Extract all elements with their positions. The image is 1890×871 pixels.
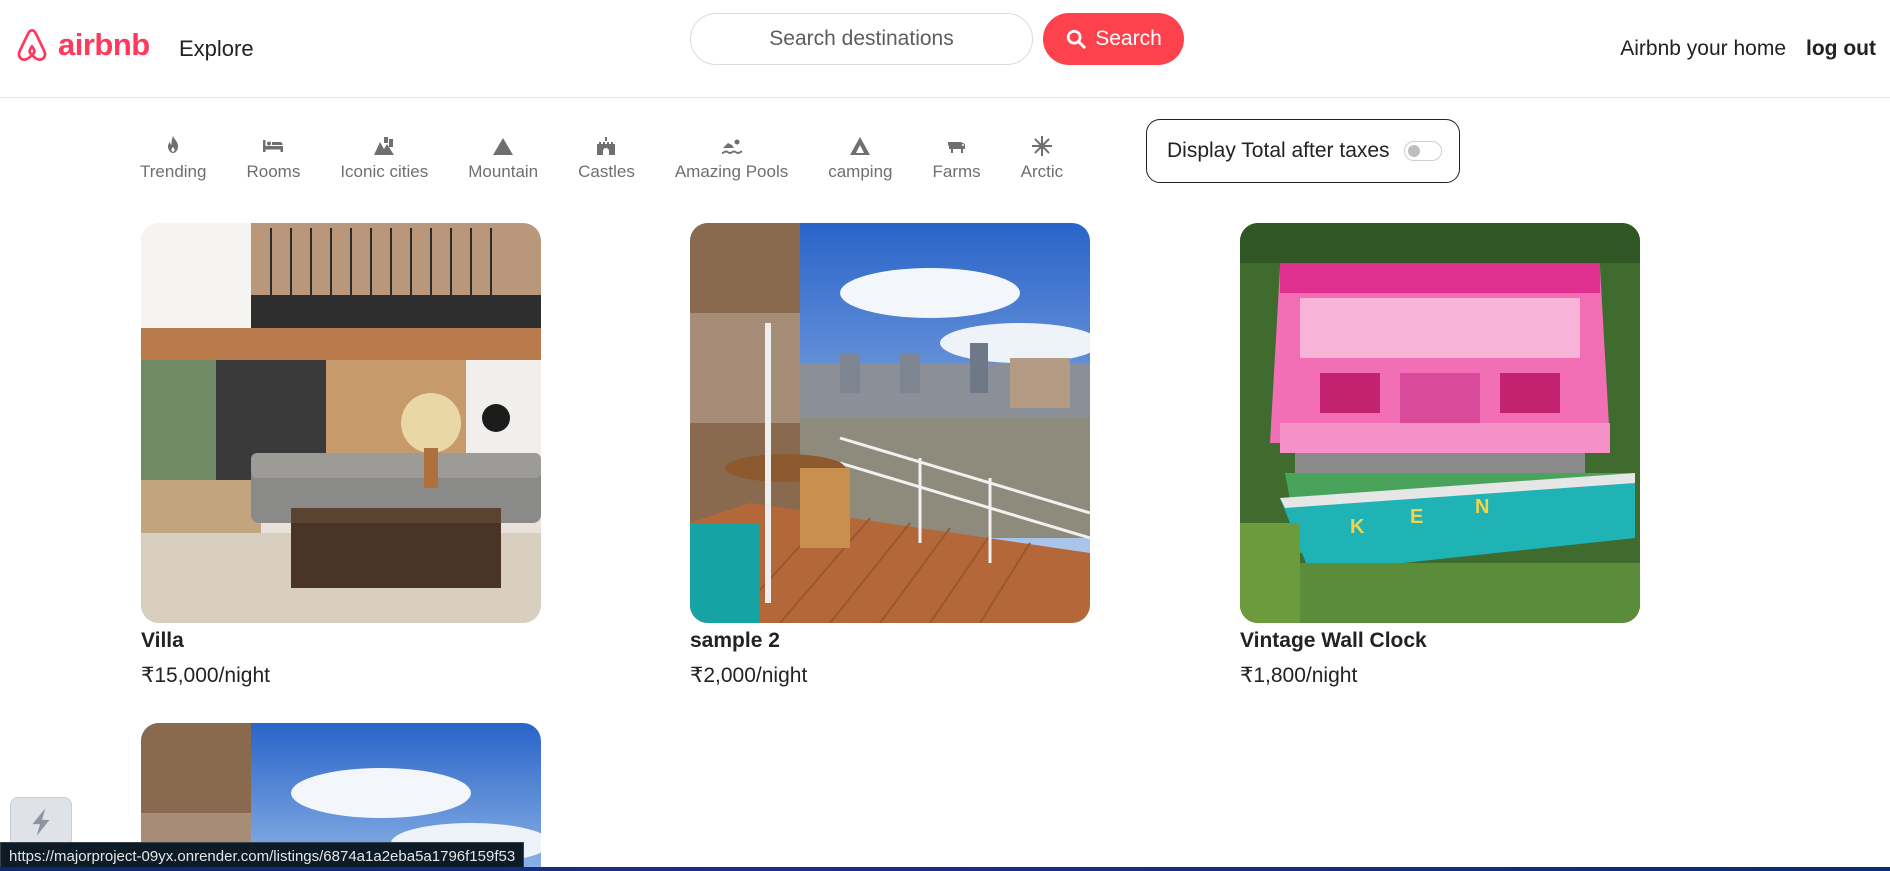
search-icon [1067,29,1086,49]
listing-card[interactable]: K E N Vintage Wall Clock ₹1,800/night [1240,223,1640,688]
filter-farms[interactable]: Farms [932,134,981,182]
listing-image-sample-2[interactable] [690,223,1090,623]
svg-text:E: E [1410,506,1423,528]
swimmer-icon [721,139,742,154]
listing-price: ₹2,000/night [690,664,808,687]
listing-title: sample 2 [690,629,780,652]
listing-card[interactable]: sample 2 ₹2,000/night [690,223,1090,688]
listing-title: Vintage Wall Clock [1240,629,1427,652]
filter-label: Arctic [1020,162,1064,181]
tax-toggle-label: Display Total after taxes [1167,139,1390,162]
brand-logo[interactable]: airbnb [14,26,150,64]
tax-toggle-box: Display Total after taxes [1146,119,1460,183]
cow-icon [947,142,965,153]
bed-icon [263,140,284,152]
filter-camping[interactable]: camping [828,134,892,182]
lightning-icon [32,808,50,836]
filter-label: Castles [578,162,635,181]
nav-right: Airbnb your home log out [1620,37,1876,61]
search-input[interactable] [690,13,1033,65]
category-filters: Trending Rooms Iconic cities Mountain Ca… [140,134,1063,182]
airbnb-your-home-link[interactable]: Airbnb your home [1620,37,1786,61]
listing-price: ₹1,800/night [1240,664,1358,687]
filter-label: Iconic cities [340,162,429,181]
svg-text:N: N [1475,496,1489,518]
mountain-icon [493,138,514,155]
filter-mountain[interactable]: Mountain [468,134,538,182]
search-bar: Search [690,13,1184,65]
filter-label: camping [828,162,893,181]
brand-name: airbnb [58,27,150,62]
filter-trending[interactable]: Trending [140,134,206,182]
castle-icon [597,137,616,155]
tax-toggle-switch[interactable] [1403,141,1442,161]
nav-explore-link[interactable]: Explore [179,36,254,62]
filter-label: Trending [140,162,207,181]
city-icon [374,137,395,155]
snowflake-icon [1031,136,1052,156]
airbnb-logo-icon [17,29,47,61]
filter-label: Farms [932,162,981,181]
svg-text:K: K [1350,516,1365,538]
filter-iconic-cities[interactable]: Iconic cities [340,134,428,182]
filter-castles[interactable]: Castles [578,134,635,182]
navbar: airbnb Explore Search Airbnb your home l… [0,0,1890,98]
filter-amazing-pools[interactable]: Amazing Pools [675,134,788,182]
search-button[interactable]: Search [1043,13,1184,65]
taskbar-edge [0,867,1890,871]
listing-image-villa[interactable] [141,223,541,623]
search-button-label: Search [1095,27,1162,50]
filter-label: Mountain [468,162,539,181]
listing-title: Villa [141,629,184,652]
status-bar-url: https://majorproject-09yx.onrender.com/l… [0,842,525,869]
logout-link[interactable]: log out [1806,37,1876,61]
floating-extension-badge[interactable] [10,797,72,847]
fire-icon [168,136,179,153]
listing-image-vintage-wall-clock[interactable]: K E N [1240,223,1640,623]
filter-label: Amazing Pools [674,162,789,181]
listing-price: ₹15,000/night [141,664,270,687]
filter-label: Rooms [246,162,301,181]
filter-arctic[interactable]: Arctic [1020,134,1064,182]
filter-rooms[interactable]: Rooms [246,134,300,182]
tent-icon [850,137,871,155]
listing-card[interactable]: Villa ₹15,000/night [141,223,541,688]
